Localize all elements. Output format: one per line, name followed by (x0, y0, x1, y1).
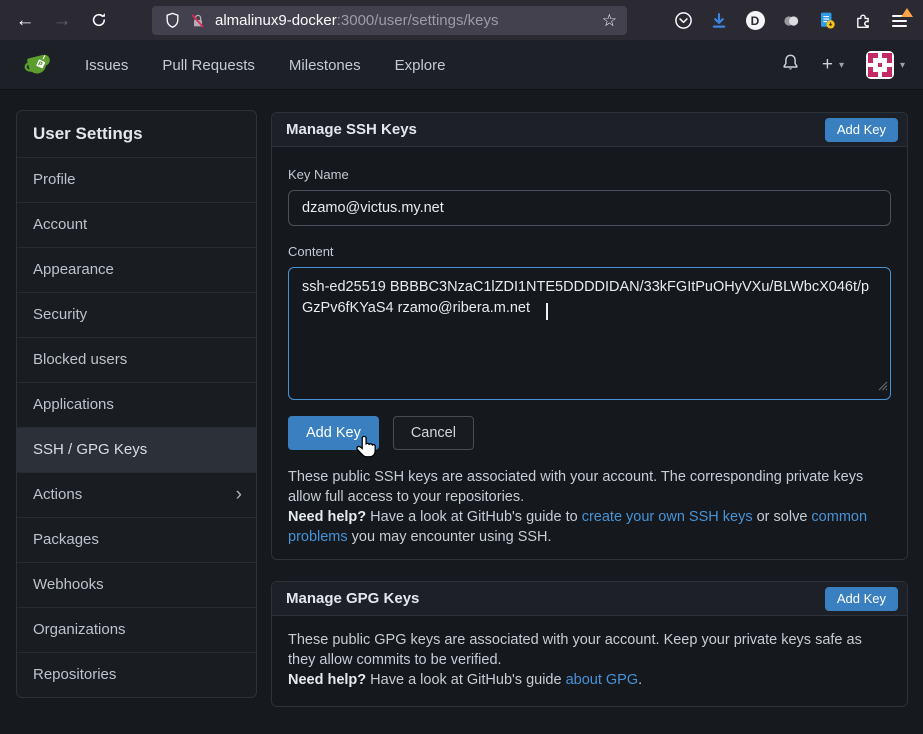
bookmark-star-icon[interactable]: ☆ (602, 11, 617, 31)
browser-toolbar: ← → almalinux9-docker:3000/user/settings… (0, 0, 923, 41)
content-label: Content (288, 244, 891, 259)
sidebar-item-organizations[interactable]: Organizations (17, 607, 256, 652)
page-saver-extension-icon[interactable] (809, 0, 845, 41)
resize-grip[interactable] (878, 378, 888, 396)
sidebar-item-profile[interactable]: Profile (17, 157, 256, 202)
sidebar-item-webhooks[interactable]: Webhooks (17, 562, 256, 607)
nav-link-milestones[interactable]: Milestones (289, 57, 361, 74)
ssh-add-key-header-button[interactable]: Add Key (825, 118, 898, 142)
create-new-menu[interactable]: + ▾ (822, 54, 844, 76)
text-caret (546, 303, 548, 320)
url-bar[interactable]: almalinux9-docker:3000/user/settings/key… (152, 6, 627, 35)
back-arrow-icon: ← (16, 11, 35, 30)
chevron-right-icon: › (236, 473, 242, 517)
main-column: Manage SSH Keys Add Key Key Name Content… (271, 112, 908, 707)
key-content-textarea[interactable]: ssh-ed25519 BBBBC3NzaC1lZDI1NTE5DDDDIDAN… (288, 267, 891, 400)
key-name-input[interactable] (288, 190, 891, 226)
downloads-icon[interactable] (701, 0, 737, 41)
ssh-panel-body: Key Name Content ssh-ed25519 BBBBC3NzaC1… (272, 147, 907, 559)
url-text: almalinux9-docker:3000/user/settings/key… (215, 12, 594, 29)
link-create-ssh-keys[interactable]: create your own SSH keys (582, 509, 753, 525)
forward-button[interactable]: → (47, 6, 77, 34)
insecure-lock-icon[interactable] (190, 13, 206, 29)
sidebar-item-appearance[interactable]: Appearance (17, 247, 256, 292)
sidebar-title: User Settings (17, 111, 256, 157)
extensions-puzzle-icon[interactable] (845, 0, 881, 41)
nav-link-explore[interactable]: Explore (395, 57, 446, 74)
cancel-button[interactable]: Cancel (393, 416, 474, 450)
sidebar-item-repositories[interactable]: Repositories (17, 652, 256, 697)
key-name-label: Key Name (288, 167, 891, 182)
duckduckgo-icon[interactable]: D (737, 0, 773, 41)
gitea-navbar: Issues Pull Requests Milestones Explore … (0, 41, 923, 90)
gpg-panel-body: These public GPG keys are associated wit… (272, 616, 907, 706)
chevron-down-icon: ▾ (900, 60, 905, 71)
reload-button[interactable] (84, 6, 114, 34)
tracking-shield-icon[interactable] (164, 12, 181, 29)
forward-arrow-icon: → (53, 11, 72, 30)
url-path: :3000/user/settings/keys (337, 12, 499, 29)
plus-icon: + (822, 54, 833, 76)
ssh-panel-title: Manage SSH Keys (286, 121, 417, 138)
add-key-submit-button[interactable]: Add Key (288, 416, 379, 450)
manage-gpg-keys-panel: Manage GPG Keys Add Key These public GPG… (271, 581, 908, 707)
sidebar-item-ssh-gpg-keys[interactable]: SSH / GPG Keys (17, 427, 256, 472)
gpg-panel-header: Manage GPG Keys Add Key (272, 582, 907, 616)
back-button[interactable]: ← (10, 6, 40, 34)
pocket-icon[interactable] (665, 0, 701, 41)
reload-icon (91, 12, 107, 28)
avatar (866, 51, 894, 79)
nav-link-pull-requests[interactable]: Pull Requests (162, 57, 255, 74)
gitea-logo-icon[interactable] (22, 49, 55, 82)
link-about-gpg[interactable]: about GPG (566, 672, 639, 688)
page-content: User Settings Profile Account Appearance… (0, 90, 923, 734)
url-host: almalinux9-docker (215, 12, 337, 29)
sidebar-item-security[interactable]: Security (17, 292, 256, 337)
notifications-bell-icon[interactable] (781, 53, 800, 78)
sidebar-item-applications[interactable]: Applications (17, 382, 256, 427)
sidebar-item-account[interactable]: Account (17, 202, 256, 247)
app-menu-icon[interactable] (881, 0, 917, 41)
sidebar-item-packages[interactable]: Packages (17, 517, 256, 562)
privacy-badger-icon[interactable] (773, 0, 809, 41)
ssh-help-text: These public SSH keys are associated wit… (288, 467, 891, 547)
chevron-down-icon: ▾ (839, 60, 844, 71)
sidebar-item-actions[interactable]: Actions› (17, 472, 256, 517)
nav-link-issues[interactable]: Issues (85, 57, 128, 74)
update-badge (901, 8, 913, 17)
settings-sidebar: User Settings Profile Account Appearance… (16, 110, 257, 698)
manage-ssh-keys-panel: Manage SSH Keys Add Key Key Name Content… (271, 112, 908, 560)
user-menu[interactable]: ▾ (866, 51, 905, 79)
sidebar-item-blocked-users[interactable]: Blocked users (17, 337, 256, 382)
ssh-panel-header: Manage SSH Keys Add Key (272, 113, 907, 147)
gpg-add-key-header-button[interactable]: Add Key (825, 587, 898, 611)
gpg-panel-title: Manage GPG Keys (286, 590, 419, 607)
gpg-help-text: These public GPG keys are associated wit… (288, 630, 891, 690)
